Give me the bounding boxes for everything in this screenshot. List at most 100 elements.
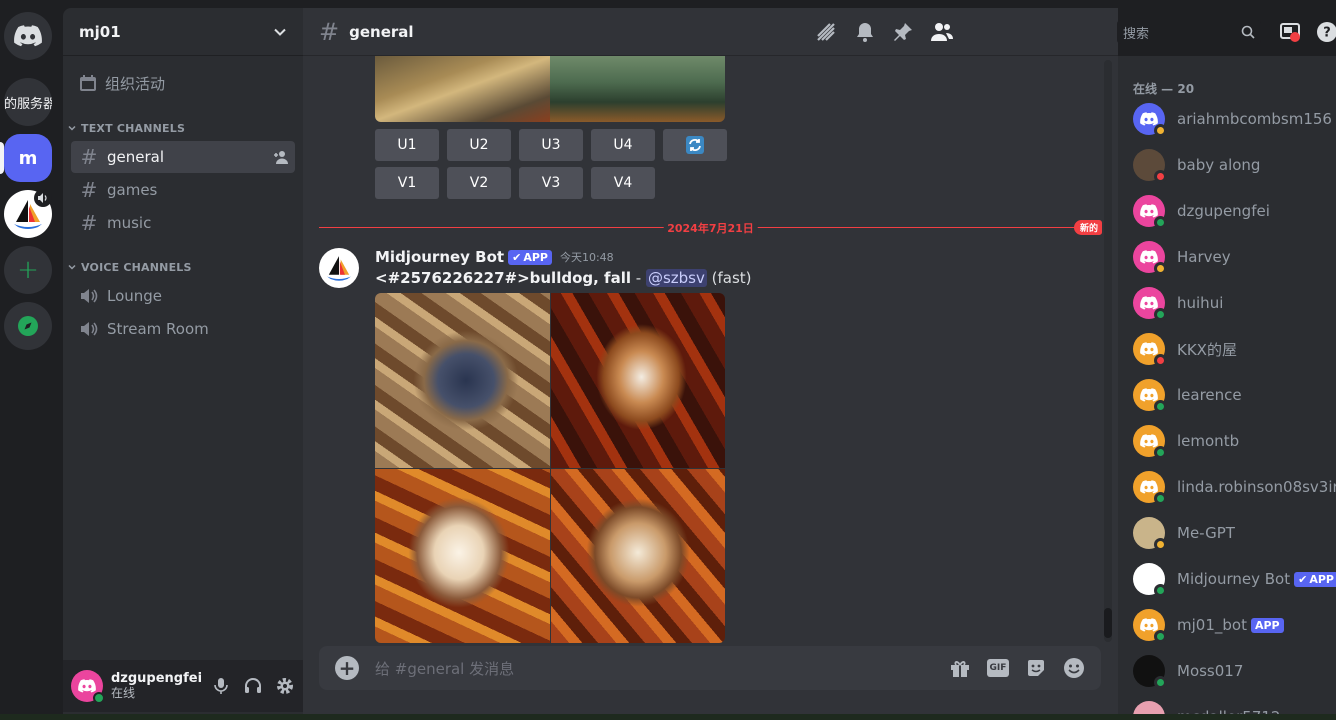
text-channels-category[interactable]: TEXT CHANNELS [63,116,303,140]
variation-4-button[interactable]: V4 [591,167,655,199]
previous-image-grid[interactable] [375,56,725,122]
calendar-icon [80,75,96,91]
bell-icon[interactable] [854,21,876,43]
channel-games[interactable]: # games [71,174,295,206]
chat-scrollbar[interactable] [1104,60,1112,642]
member-item[interactable]: KKX的屋 [1118,326,1336,372]
online-status-dot [93,692,105,704]
new-messages-divider: 2024年7月21日 新的 [319,220,1102,236]
chevron-down-icon [68,125,76,131]
member-item[interactable]: mj01_bot APP [1118,602,1336,648]
scrollbar-thumb[interactable] [1104,608,1112,638]
events-label: 组织活动 [105,74,166,93]
discord-logo-icon [1140,388,1158,402]
variation-2-button[interactable]: V2 [447,167,511,199]
search-icon [1241,25,1255,39]
user-names[interactable]: dzgupengfei 在线 [111,670,203,701]
message-composer[interactable]: + 给 #general 发消息 GIF [319,646,1101,690]
channel-general[interactable]: # general [71,141,295,173]
status-dot [1154,354,1167,367]
member-name: lemontb [1177,432,1240,450]
discord-app: 的服务器 m + mj01 组织活动 TEXT CHANNELS # gener… [0,0,1336,720]
emoji-icon[interactable] [1063,657,1085,679]
status-dot [1154,170,1167,183]
gear-icon[interactable] [275,676,295,696]
image-grid[interactable] [375,293,725,643]
bulldog-image-3[interactable] [375,468,550,643]
member-name: Moss017 [1177,662,1244,680]
gift-icon[interactable] [949,657,971,679]
pin-icon[interactable] [892,21,914,43]
events-link[interactable]: 组织活动 [63,66,303,100]
server-mj01[interactable]: m [4,134,52,182]
server-label: 的服务器 [4,96,52,112]
user-name: dzgupengfei [111,670,203,686]
member-item[interactable]: learence [1118,372,1336,418]
speaker-icon [81,322,98,336]
members-list-icon[interactable] [930,21,954,43]
channel-name: general [107,148,165,166]
home-button[interactable] [4,12,52,60]
avatar[interactable] [71,670,105,704]
server-initial: m [18,147,38,169]
upscale-3-button[interactable]: U3 [519,129,583,161]
member-item[interactable]: baby along [1118,142,1336,188]
voice-channels-category[interactable]: VOICE CHANNELS [63,255,303,279]
member-name: huihui [1177,294,1224,312]
member-name: dzgupengfei [1177,202,1270,220]
help-icon[interactable]: ? [1316,21,1336,43]
message-author[interactable]: Midjourney Bot [375,248,504,266]
explore-servers-button[interactable] [4,302,52,350]
member-item[interactable]: huihui [1118,280,1336,326]
voice-channel-lounge[interactable]: Lounge [71,280,295,312]
bulldog-image-4[interactable] [550,468,725,643]
member-item[interactable]: linda.robinson08sv3ird [1118,464,1336,510]
add-server-button[interactable]: + [4,246,52,294]
threads-icon[interactable] [814,20,838,44]
sticker-icon[interactable] [1025,657,1047,679]
avatar[interactable] [319,248,359,288]
app-badge-label: APP [1309,572,1334,586]
member-item[interactable]: Moss017 [1118,648,1336,694]
previous-image-tile[interactable] [375,56,550,122]
upscale-4-button[interactable]: U4 [591,129,655,161]
checkmark-icon: ✔ [1298,572,1308,586]
create-invite-icon[interactable] [273,149,289,169]
upscale-1-button[interactable]: U1 [375,129,439,161]
channel-name: Lounge [107,287,163,305]
upscale-2-button[interactable]: U2 [447,129,511,161]
search-input[interactable]: 搜索 [1117,20,1261,44]
member-item[interactable]: Harvey [1118,234,1336,280]
server-header[interactable]: mj01 [63,8,303,56]
server-my-server[interactable]: 的服务器 [4,78,52,126]
status-dot [1154,446,1167,459]
microphone-icon[interactable] [211,676,231,696]
headphones-icon[interactable] [243,676,263,696]
member-item[interactable]: Me-GPT [1118,510,1336,556]
member-item[interactable]: lemontb [1118,418,1336,464]
members-online-caption: 在线 — 20 [1133,82,1195,96]
reroll-button[interactable] [663,129,727,161]
hash-icon: # [319,17,340,46]
composer-placeholder: 给 #general 发消息 [375,659,515,678]
variation-3-button[interactable]: V3 [519,167,583,199]
gif-icon[interactable]: GIF [987,659,1009,677]
bulldog-image-2[interactable] [550,293,725,468]
attach-plus-icon[interactable]: + [335,656,359,680]
member-item[interactable]: dzgupengfei [1118,188,1336,234]
channel-music[interactable]: # music [71,207,295,239]
member-name: KKX的屋 [1177,340,1237,359]
member-item[interactable]: Midjourney Bot ✔ APP [1118,556,1336,602]
user-mention[interactable]: @szbsv [645,269,707,287]
discord-logo-icon [1140,434,1158,448]
message-timestamp: 今天10:48 [559,251,614,264]
bulldog-image-1[interactable] [375,293,550,468]
member-item[interactable]: ariahmbcombsm156 [1118,96,1336,142]
voice-channel-stream-room[interactable]: Stream Room [71,313,295,345]
previous-image-tile[interactable] [550,56,725,122]
inbox-icon[interactable] [1279,21,1301,43]
variation-1-button[interactable]: V1 [375,167,439,199]
chat-main: # general U1 U2 U3 U4 V1 V2 V3 V4 2024年7… [303,8,1118,720]
member-name: Midjourney Bot [1177,570,1291,588]
search-placeholder: 搜索 [1123,26,1150,42]
